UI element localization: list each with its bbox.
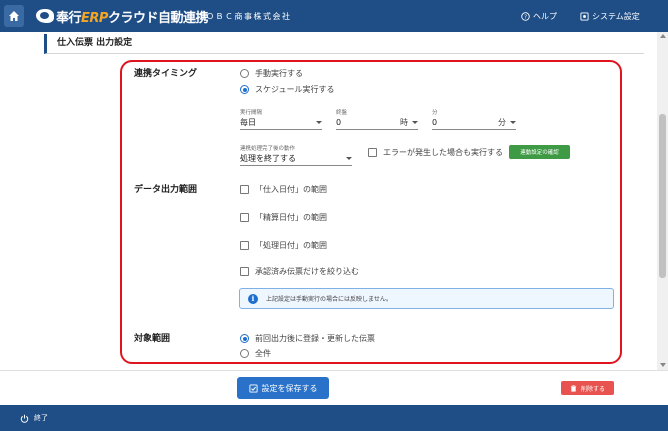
- radio-target-updated-indicator: [240, 334, 249, 343]
- help-icon: ?: [521, 12, 530, 21]
- scroll-down-icon[interactable]: [660, 363, 666, 367]
- info-icon: i: [248, 293, 258, 304]
- help-link[interactable]: ? ヘルプ: [521, 11, 557, 22]
- chevron-down-icon: [510, 121, 516, 124]
- radio-manual-label: 手動実行する: [255, 69, 303, 78]
- check-purchase-date-label: 「仕入日付」の範囲: [255, 185, 327, 194]
- save-button[interactable]: 設定を保存する: [237, 377, 329, 399]
- delete-button[interactable]: 削除する: [561, 381, 614, 395]
- after-action-label: 連携処理完了後の動作: [240, 146, 296, 152]
- highlight-frame: [120, 60, 622, 364]
- radio-schedule[interactable]: スケジュール実行する: [240, 84, 334, 95]
- check-approved-only-label: 承認済み伝票だけを絞り込む: [255, 267, 359, 276]
- after-action-select[interactable]: 処理を終了する: [240, 152, 352, 166]
- chevron-down-icon: [346, 157, 352, 160]
- hour-unit: 時: [400, 118, 408, 127]
- settings-label: システム設定: [592, 12, 640, 21]
- app-logo: 奉行ERPクラウド自動連携: [36, 7, 208, 26]
- company-name: ＯＢＣ商事株式会社: [206, 12, 292, 21]
- power-icon: [20, 414, 29, 423]
- radio-schedule-label: スケジュール実行する: [255, 85, 335, 94]
- vertical-scrollbar[interactable]: [657, 32, 668, 370]
- end-label: 終盤: [336, 110, 348, 116]
- interval-label: 実行間隔: [240, 110, 263, 116]
- help-label: ヘルプ: [533, 12, 557, 21]
- chevron-down-icon: [412, 121, 418, 124]
- error-run-box: [368, 148, 377, 157]
- check-settle-date-box: [240, 213, 249, 222]
- delete-label: 削除する: [580, 385, 605, 393]
- minute-unit: 分: [498, 118, 506, 127]
- check-purchase-date[interactable]: 「仕入日付」の範囲: [240, 184, 327, 195]
- trash-icon: [570, 384, 577, 392]
- radio-manual[interactable]: 手動実行する: [240, 68, 303, 79]
- minute-label: 分: [432, 110, 438, 116]
- timing-label: 連携タイミング: [134, 69, 198, 79]
- check-settle-date[interactable]: 「精算日付」の範囲: [240, 212, 327, 223]
- target-label: 対象範囲: [134, 334, 171, 344]
- exit-button[interactable]: 終了: [20, 413, 48, 423]
- error-run-label: エラーが発生した場合も実行する: [383, 148, 503, 157]
- save-icon: [248, 383, 258, 393]
- error-run-checkbox[interactable]: エラーが発生した場合も実行する: [368, 147, 503, 158]
- radio-manual-indicator: [240, 69, 249, 78]
- gear-icon: [580, 12, 589, 21]
- check-process-date[interactable]: 「処理日付」の範囲: [240, 240, 327, 251]
- radio-target-all[interactable]: 全件: [240, 348, 271, 359]
- radio-target-all-label: 全件: [255, 349, 271, 358]
- radio-target-updated[interactable]: 前回出力後に登録・更新した伝票: [240, 333, 375, 344]
- check-purchase-date-box: [240, 185, 249, 194]
- check-settle-date-label: 「精算日付」の範囲: [255, 213, 327, 222]
- scroll-up-icon[interactable]: [660, 34, 666, 38]
- check-process-date-label: 「処理日付」の範囲: [255, 241, 327, 250]
- svg-text:?: ?: [524, 15, 527, 21]
- system-settings-link[interactable]: システム設定: [580, 11, 640, 22]
- home-button[interactable]: [4, 5, 24, 27]
- minute-select[interactable]: 0 分: [432, 116, 516, 130]
- data-range-label: データ出力範囲: [134, 185, 198, 195]
- check-approved-only-box: [240, 267, 249, 276]
- logo-mark-icon: [36, 9, 54, 23]
- radio-target-all-indicator: [240, 349, 249, 358]
- radio-schedule-indicator: [240, 85, 249, 94]
- check-approved-only[interactable]: 承認済み伝票だけを絞り込む: [240, 266, 359, 277]
- scroll-thumb[interactable]: [659, 114, 666, 278]
- exit-label: 終了: [34, 414, 48, 422]
- hour-value: 0: [336, 118, 342, 127]
- save-label: 設定を保存する: [261, 383, 318, 393]
- hour-select[interactable]: 0 時: [336, 116, 418, 130]
- radio-target-updated-label: 前回出力後に登録・更新した伝票: [255, 334, 375, 343]
- logo-text: 奉行ERPクラウド自動連携: [56, 10, 208, 26]
- interval-select[interactable]: 毎日: [240, 116, 322, 130]
- info-text: 上記設定は手動実行の場合には反映しません。: [266, 296, 392, 303]
- check-process-date-box: [240, 241, 249, 250]
- after-action-value: 処理を終了する: [240, 154, 296, 163]
- chevron-down-icon: [316, 121, 322, 124]
- bottom-bar: 終了: [0, 405, 668, 431]
- confirm-link-button[interactable]: 連動設定の確認: [509, 145, 570, 159]
- app-header: 奉行ERPクラウド自動連携 ＯＢＣ商事株式会社 ? ヘルプ システム設定: [0, 0, 668, 32]
- section-title: 仕入伝票 出力設定: [44, 34, 644, 54]
- info-notice: i 上記設定は手動実行の場合には反映しません。: [239, 288, 614, 309]
- minute-value: 0: [432, 118, 438, 127]
- interval-value: 毎日: [240, 118, 256, 127]
- home-icon: [9, 11, 19, 21]
